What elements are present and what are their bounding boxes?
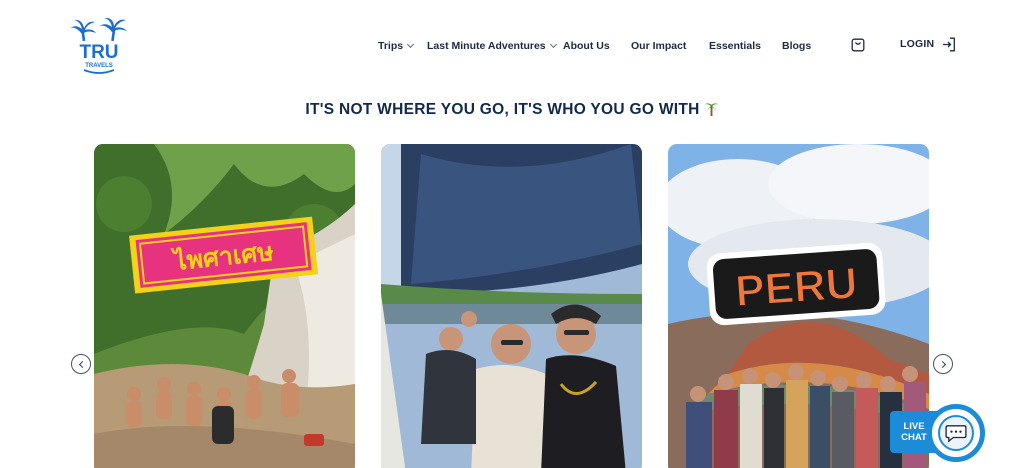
trip-card-boat[interactable] xyxy=(381,144,642,468)
nav-item-label: About Us xyxy=(563,40,610,52)
trip-card-thailand[interactable]: ไพศาเศษ xyxy=(94,144,355,468)
carousel-prev-button[interactable] xyxy=(71,354,91,374)
nav-item-our-impact[interactable]: Our Impact xyxy=(631,40,686,52)
tru-travels-logo: TRU TRAVELS xyxy=(70,17,127,74)
live-chat-button[interactable] xyxy=(927,404,985,462)
login-link[interactable]: LOGIN xyxy=(900,38,934,50)
carousel-next-button[interactable] xyxy=(933,354,953,374)
nav-item-label: Essentials xyxy=(709,40,761,52)
nav-item-label: Blogs xyxy=(782,40,812,52)
chevron-down-icon xyxy=(549,40,557,49)
nav-item-label: Our Impact xyxy=(631,40,687,52)
headline-text: IT'S NOT WHERE YOU GO, IT'S WHO YOU GO W… xyxy=(305,101,700,118)
login-icon[interactable] xyxy=(942,37,956,52)
chevron-right-icon xyxy=(938,360,946,368)
hero-headline: IT'S NOT WHERE YOU GO, IT'S WHO YOU GO W… xyxy=(0,101,1024,121)
chevron-left-icon xyxy=(78,360,86,368)
shopping-bag-icon[interactable] xyxy=(851,38,865,52)
svg-text:TRU: TRU xyxy=(79,42,118,63)
card-photo-boat-selfie xyxy=(381,144,642,468)
nav-item-trips[interactable]: Trips xyxy=(378,40,415,52)
nav-item-label: Trips xyxy=(378,40,404,52)
palm-tree-icon xyxy=(703,101,719,121)
nav-item-essentials[interactable]: Essentials xyxy=(709,40,761,52)
nav-item-blogs[interactable]: Blogs xyxy=(782,40,811,52)
brand-logo[interactable]: TRU TRAVELS xyxy=(68,16,130,76)
nav-item-last-minute-adventures[interactable]: Last Minute Adventures xyxy=(427,40,557,52)
nav-item-about-us[interactable]: About Us xyxy=(563,40,610,52)
chat-bubble-icon xyxy=(938,415,974,451)
svg-text:TRAVELS: TRAVELS xyxy=(85,63,113,69)
card-sticker-peru: PERU xyxy=(734,259,859,316)
card-photo-waterfall: ไพศาเศษ xyxy=(94,144,355,468)
chevron-down-icon xyxy=(407,40,415,49)
nav-item-label: Last Minute Adventures xyxy=(427,40,546,52)
